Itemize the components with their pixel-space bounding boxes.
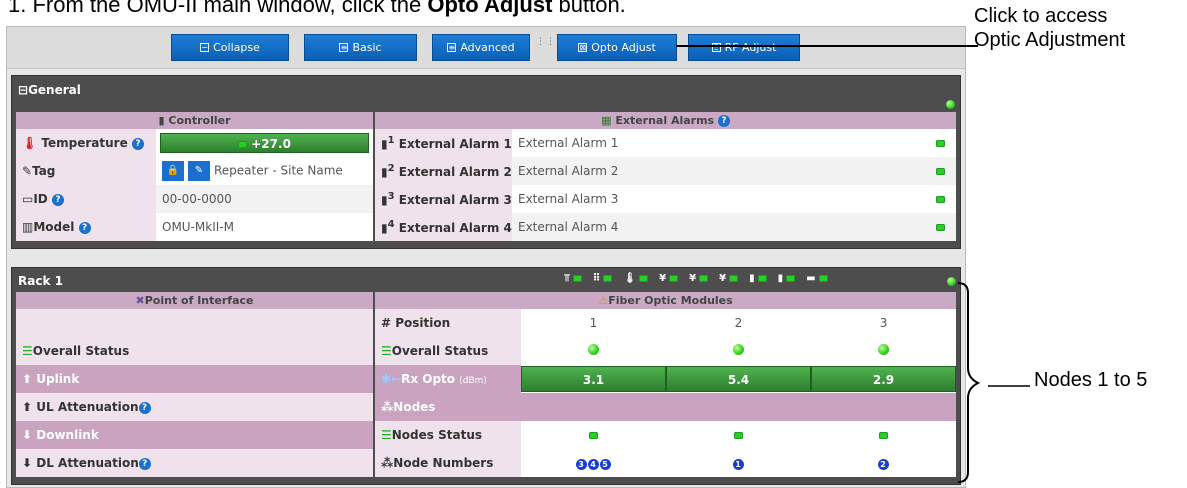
nodes-callout-text: Nodes 1 to 5 — [1034, 369, 1148, 391]
callout-lines — [676, 45, 1030, 483]
nodes-brace — [957, 282, 981, 483]
opto-callout-text: Click to access Optic Adjustment — [974, 5, 1126, 51]
